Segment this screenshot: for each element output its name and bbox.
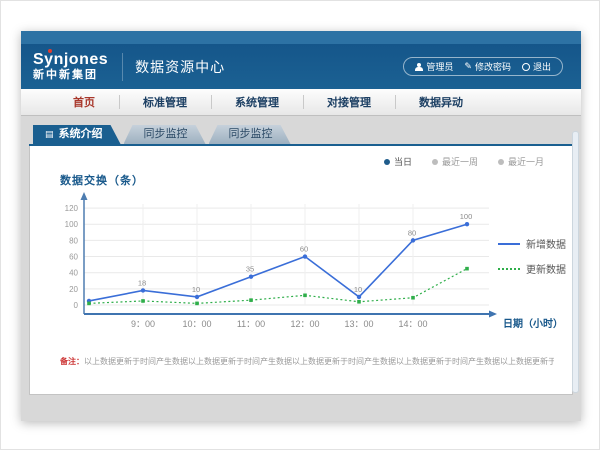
footer-note: 备注：以上数据更新于时间产生数据以上数据更新于时间产生数据以上数据更新于时间产生…: [60, 356, 554, 367]
nav-item-label: 首页: [73, 94, 95, 110]
content-card: 当日 最近一周 最近一月 数据交换（条） 0 20 40 60 80 100 120 9：00…: [29, 146, 573, 395]
nav-item-label: 标准管理: [143, 94, 187, 110]
svg-text:80: 80: [69, 236, 78, 245]
app-title: 数据资源中心: [135, 57, 225, 77]
legend-line-solid-icon: [498, 243, 520, 245]
svg-text:35: 35: [246, 265, 254, 274]
tab-sync-monitor-1[interactable]: 同步监控: [124, 125, 206, 144]
nav-item-label: 对接管理: [327, 94, 371, 110]
logout-button[interactable]: 退出: [522, 60, 551, 73]
radio-label: 最近一周: [442, 155, 478, 168]
tab-system-intro[interactable]: ▤ 系统介绍: [33, 125, 121, 144]
chart-y-axis-title: 数据交换（条）: [60, 172, 572, 188]
company-logo: Synjones 新中新集团: [33, 52, 122, 81]
tab-label: 系统介绍: [59, 125, 103, 144]
note-label: 备注：: [60, 357, 84, 366]
svg-text:11：00: 11：00: [237, 319, 265, 329]
radio-last-month[interactable]: 最近一月: [498, 155, 544, 168]
svg-text:60: 60: [69, 253, 78, 262]
nav-item-interface-mgmt[interactable]: 对接管理: [303, 89, 395, 115]
svg-text:10: 10: [354, 285, 362, 294]
svg-text:40: 40: [69, 269, 78, 278]
svg-text:20: 20: [69, 285, 78, 294]
user-menu: 管理员 ✎ 修改密码 退出: [403, 57, 563, 76]
svg-text:60: 60: [300, 245, 308, 254]
nav-item-label: 系统管理: [235, 94, 279, 110]
note-text: 以上数据更新于时间产生数据以上数据更新于时间产生数据以上数据更新于时间产生数据以…: [84, 357, 554, 366]
edit-icon: ✎: [464, 62, 472, 71]
logout-label: 退出: [533, 60, 551, 73]
chart-legend: 新增数据 更新数据: [498, 236, 566, 276]
svg-text:12：00: 12：00: [290, 319, 319, 329]
main-nav: 首页 标准管理 系统管理 对接管理 数据异动: [21, 89, 581, 116]
radio-dot-icon: [498, 159, 504, 165]
user-menu-admin[interactable]: 管理员: [415, 60, 453, 73]
radio-label: 当日: [394, 155, 412, 168]
svg-text:9：00: 9：00: [131, 319, 155, 329]
logo-text: Synjones: [33, 52, 108, 68]
svg-text:14：00: 14：00: [398, 319, 427, 329]
logo-subtext: 新中新集团: [33, 70, 108, 81]
radio-dot-icon: [432, 159, 438, 165]
tab-label: 同步监控: [229, 125, 273, 144]
document-icon: ▤: [45, 130, 54, 139]
svg-text:10: 10: [192, 285, 200, 294]
nav-item-data-change[interactable]: 数据异动: [395, 89, 487, 115]
svg-text:10：00: 10：00: [182, 319, 211, 329]
power-icon: [522, 63, 530, 71]
username-label: 管理员: [426, 60, 453, 73]
svg-text:18: 18: [138, 278, 146, 287]
tab-label: 同步监控: [144, 125, 188, 144]
legend-line-dotted-icon: [498, 268, 520, 270]
tab-sync-monitor-2[interactable]: 同步监控: [209, 125, 291, 144]
legend-label: 更新数据: [526, 261, 566, 276]
svg-text:100: 100: [460, 212, 473, 221]
legend-item-update-data: 更新数据: [498, 261, 566, 276]
nav-item-label: 数据异动: [419, 94, 463, 110]
change-password-button[interactable]: ✎ 修改密码: [464, 60, 511, 73]
logo-red-dot-icon: [48, 49, 52, 53]
radio-dot-icon: [384, 159, 390, 165]
nav-item-system-mgmt[interactable]: 系统管理: [211, 89, 303, 115]
change-password-label: 修改密码: [475, 60, 511, 73]
nav-item-standard-mgmt[interactable]: 标准管理: [119, 89, 211, 115]
svg-text:100: 100: [65, 220, 79, 229]
screenshot-frame: Synjones 新中新集团 数据资源中心 管理员 ✎ 修改密码 退出: [0, 0, 600, 450]
app-window: Synjones 新中新集团 数据资源中心 管理员 ✎ 修改密码 退出: [21, 31, 581, 421]
line-chart: 0 20 40 60 80 100 120 9：00 10：00 11：00 12：00 13：00 1…: [34, 190, 572, 340]
radio-label: 最近一月: [508, 155, 544, 168]
user-icon: [415, 63, 423, 71]
tab-bar: ▤ 系统介绍 同步监控 同步监控: [33, 125, 581, 144]
svg-text:120: 120: [65, 204, 79, 213]
line-chart-svg: 0 20 40 60 80 100 120 9：00 10：00 11：00 12：00 13：00 1…: [34, 190, 569, 336]
header: Synjones 新中新集团 数据资源中心 管理员 ✎ 修改密码 退出: [21, 44, 581, 89]
time-filter: 当日 最近一周 最近一月: [30, 146, 572, 168]
svg-text:80: 80: [408, 228, 416, 237]
header-divider: [122, 53, 123, 81]
window-scrollbar[interactable]: [572, 131, 579, 393]
radio-today[interactable]: 当日: [384, 155, 412, 168]
radio-last-week[interactable]: 最近一周: [432, 155, 478, 168]
nav-item-home[interactable]: 首页: [49, 89, 119, 115]
svg-text:日期（小时）: 日期（小时）: [503, 317, 563, 330]
svg-text:13：00: 13：00: [344, 319, 373, 329]
header-top-strip: [21, 31, 581, 44]
svg-text:0: 0: [74, 301, 79, 310]
legend-label: 新增数据: [526, 236, 566, 251]
legend-item-new-data: 新增数据: [498, 236, 566, 251]
